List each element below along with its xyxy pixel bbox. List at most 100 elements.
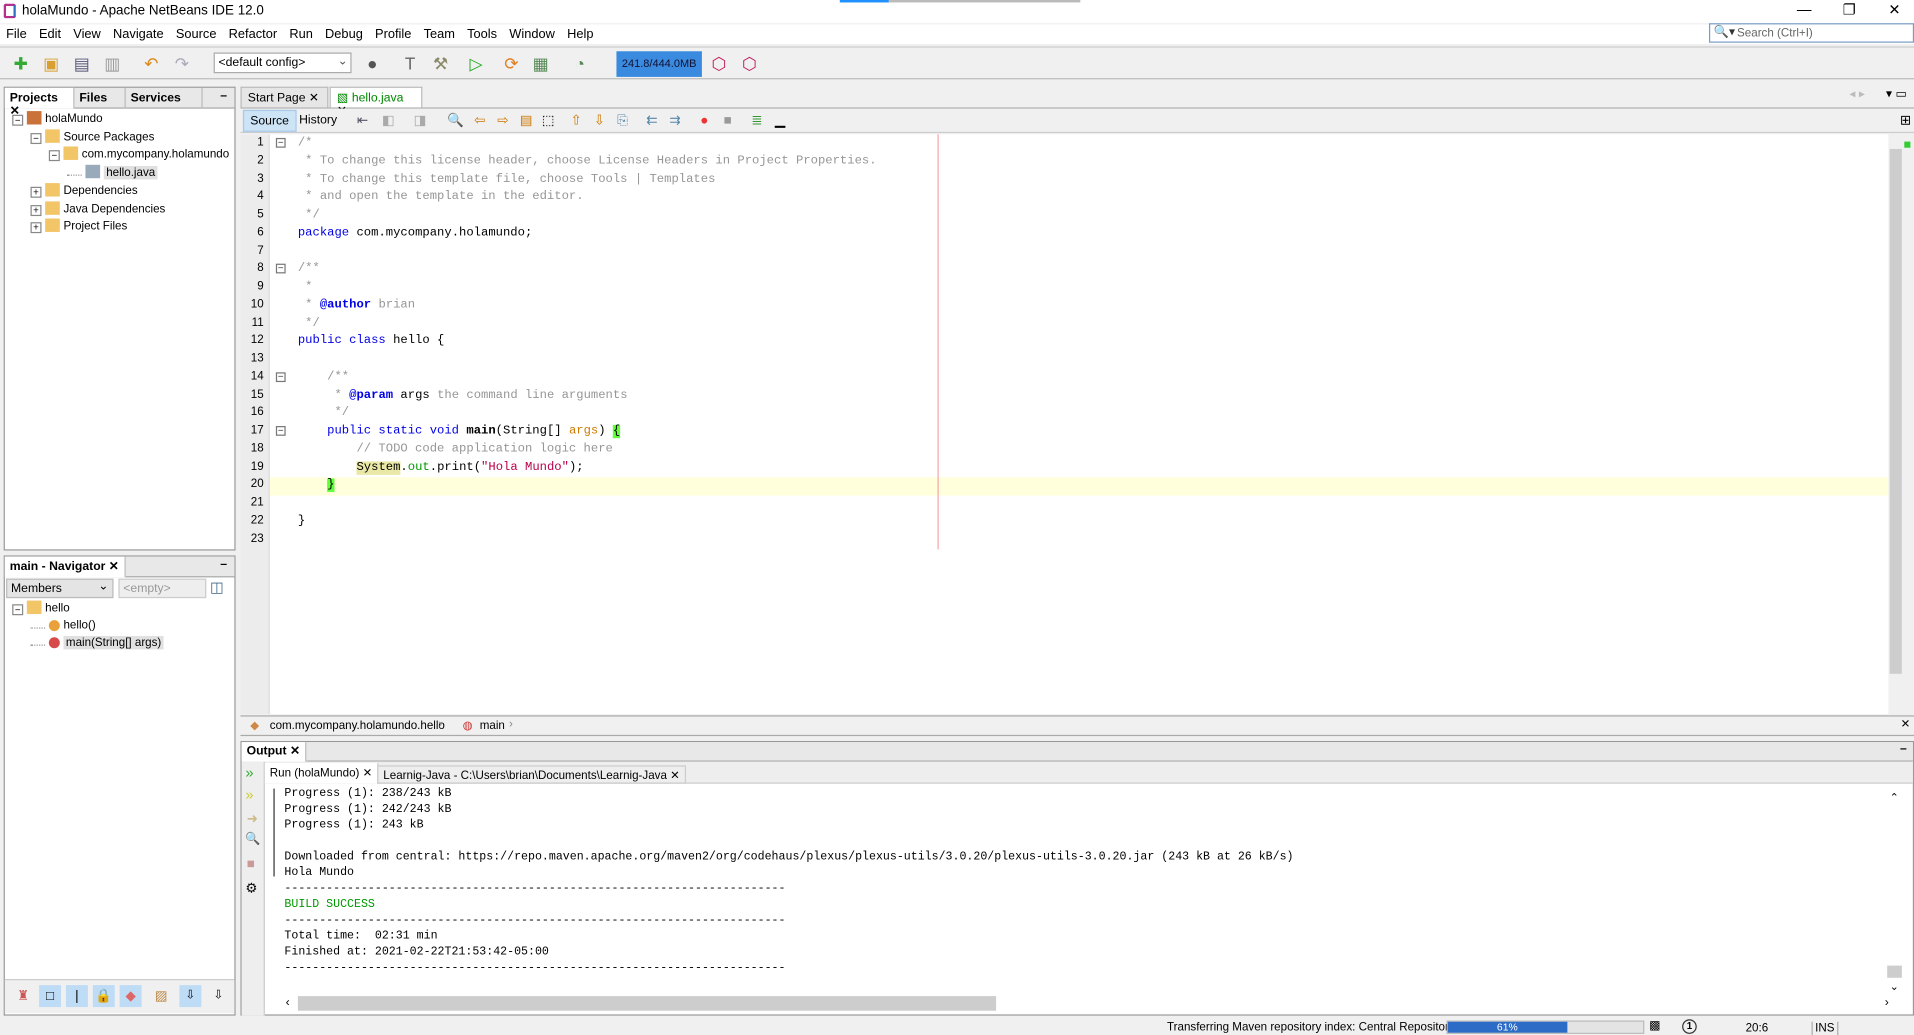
rect-selection-icon[interactable]: ⬚	[537, 110, 559, 132]
debug-icon[interactable]: ⟳	[500, 52, 522, 74]
scroll-down-icon[interactable]: ⌄	[1890, 980, 1899, 993]
globe-icon[interactable]: ●	[361, 52, 383, 74]
menu-source[interactable]: Source	[170, 24, 223, 42]
tab-services[interactable]: Services	[126, 87, 203, 109]
last-edit-icon[interactable]: ⇤	[352, 110, 374, 132]
expand-toggle-icon[interactable]: +	[30, 186, 42, 198]
profiler-stop-icon[interactable]: ⬡	[739, 52, 761, 74]
rerun-with-goals-icon[interactable]: »	[245, 786, 253, 803]
scroll-right-icon[interactable]: ›	[1885, 996, 1889, 1009]
navigator-options-icon[interactable]: ◫	[210, 579, 224, 596]
tab-output[interactable]: Output ✕	[241, 742, 307, 762]
editor-scrollbar-thumb[interactable]	[1889, 148, 1902, 674]
search-input[interactable]: 🔍▾ Search (Ctrl+I)	[1708, 23, 1914, 43]
run-icon[interactable]: ▷	[465, 52, 487, 74]
menu-edit[interactable]: Edit	[33, 24, 67, 42]
menu-navigate[interactable]: Navigate	[107, 24, 170, 42]
open-project-icon[interactable]: ▤	[71, 52, 93, 74]
restore-button[interactable]: ❐	[1831, 1, 1868, 21]
expand-toggle-icon[interactable]: +	[30, 204, 42, 216]
tab-navigator[interactable]: main - Navigator ✕	[4, 556, 126, 578]
show-nonpublic-icon[interactable]: 🔒	[92, 985, 115, 1008]
shift-left-icon[interactable]: ⇇	[641, 110, 663, 132]
menu-view[interactable]: View	[67, 24, 107, 42]
resume-icon[interactable]: ➜	[247, 811, 258, 827]
fold-toggle-icon[interactable]: −	[275, 371, 286, 382]
menu-window[interactable]: Window	[503, 24, 561, 42]
source-view-button[interactable]: Source	[242, 109, 297, 132]
prev-bookmark-icon[interactable]: ⇧	[565, 110, 587, 132]
redo-icon[interactable]: ↷	[171, 52, 193, 74]
close-breadcrumb-icon[interactable]: ✕	[1901, 718, 1911, 731]
show-inherited-icon[interactable]: ♜	[12, 985, 34, 1007]
menu-run[interactable]: Run	[283, 24, 319, 42]
save-all-icon[interactable]: ▥	[101, 52, 123, 74]
minimize-button[interactable]: —	[1786, 1, 1823, 21]
tab-list-dropdown-icon[interactable]: ▾ ▭	[1886, 88, 1907, 101]
menu-refactor[interactable]: Refactor	[223, 24, 284, 42]
output-hscroll-thumb[interactable]	[297, 996, 997, 1011]
tree-item[interactable]: − holaMundo	[12, 111, 103, 126]
menu-profile[interactable]: Profile	[369, 24, 418, 42]
expand-toggle-icon[interactable]: −	[48, 150, 60, 162]
next-bookmark-icon[interactable]: ⇩	[588, 110, 610, 132]
toggle-bookmark-icon[interactable]: ⎘	[612, 110, 634, 132]
menu-file[interactable]: File	[0, 24, 33, 42]
menu-debug[interactable]: Debug	[319, 24, 369, 42]
tree-item[interactable]: + Dependencies	[30, 182, 138, 198]
tab-files[interactable]: Files	[74, 87, 126, 109]
forward-icon[interactable]: ◨	[409, 110, 431, 132]
menu-team[interactable]: Team	[417, 24, 461, 42]
progress-bar[interactable]: 61%	[1446, 1020, 1645, 1034]
find-previous-icon[interactable]: ⇦	[469, 110, 491, 132]
tab-hello-java[interactable]: ▧ hello.java ✕	[329, 86, 423, 118]
show-static-icon[interactable]: |	[65, 985, 88, 1008]
breadcrumb-method[interactable]: main	[480, 719, 505, 732]
cancel-task-icon[interactable]: ▩	[1649, 1019, 1661, 1032]
sort-alpha-icon[interactable]: ⇩	[179, 985, 202, 1008]
breadcrumb-class[interactable]: com.mycompany.holamundo.hello	[270, 719, 445, 732]
scroll-left-icon[interactable]: ‹	[286, 996, 290, 1009]
fold-toggle-icon[interactable]: −	[275, 425, 286, 436]
menu-help[interactable]: Help	[561, 24, 600, 42]
code-editor[interactable]: 1 2 3 4 5 6 7 8 9 10 11 12 13 14 15 16 17 18 19 20 21 22 23 − /…	[240, 134, 1889, 715]
tree-item[interactable]: − Source Packages	[30, 129, 154, 144]
tree-item[interactable]: + Java Dependencies	[30, 200, 165, 216]
fold-toggle-icon[interactable]: −	[275, 137, 286, 148]
stop-macro-icon[interactable]: ■	[717, 110, 739, 132]
fold-toggle-icon[interactable]: −	[275, 263, 286, 274]
tab-learnig-java[interactable]: Learnig-Java - C:\Users\brian\Documents\…	[377, 765, 686, 784]
minimize-panel-button[interactable]: –	[220, 89, 227, 102]
show-inner-classes-icon[interactable]: ◆	[119, 985, 142, 1008]
comment-icon[interactable]: ≣	[746, 110, 768, 132]
show-fields-icon[interactable]: □	[39, 985, 62, 1008]
expand-toggle-icon[interactable]: −	[12, 604, 24, 616]
memory-indicator[interactable]: 241.8/444.0MB	[616, 51, 702, 77]
members-filter-select[interactable]: Members ⌄	[6, 578, 114, 599]
tree-item[interactable]: main(String[] args)	[30, 636, 164, 650]
uncomment-icon[interactable]: ▁	[769, 110, 791, 132]
split-editor-icon[interactable]: ⊞	[1895, 110, 1914, 132]
find-icon[interactable]: 🔍	[444, 110, 466, 132]
stop-icon[interactable]: ■	[247, 857, 255, 872]
tree-item[interactable]: hello.java	[67, 164, 158, 180]
output-vscroll-thumb[interactable]	[1887, 965, 1902, 978]
fqn-icon[interactable]: ▨	[150, 985, 172, 1007]
inspect-icon[interactable]: 🔍	[245, 833, 260, 846]
expand-toggle-icon[interactable]: −	[12, 114, 24, 126]
new-file-icon[interactable]: ✚	[10, 52, 32, 74]
tree-item[interactable]: − com.mycompany.holamundo	[48, 146, 229, 162]
config-select[interactable]: <default config> ⌄	[213, 52, 352, 74]
start-macro-icon[interactable]: ●	[693, 110, 715, 132]
find-next-icon[interactable]: ⇨	[492, 110, 514, 132]
tab-run-holamundo[interactable]: Run (holaMundo) ✕	[264, 762, 379, 784]
undo-icon[interactable]: ↶	[140, 52, 162, 74]
profile-icon[interactable]: ▦	[530, 52, 552, 74]
empty-select[interactable]: <empty>	[118, 578, 207, 599]
toggle-highlight-icon[interactable]: ▤	[515, 110, 537, 132]
back-icon[interactable]: ◧	[377, 110, 399, 132]
tab-scroll-left-icon[interactable]: ◂ ▸	[1849, 88, 1865, 101]
shift-right-icon[interactable]: ⇉	[664, 110, 686, 132]
history-view-button[interactable]: History	[294, 110, 342, 132]
new-project-icon[interactable]: ▣	[40, 52, 62, 74]
